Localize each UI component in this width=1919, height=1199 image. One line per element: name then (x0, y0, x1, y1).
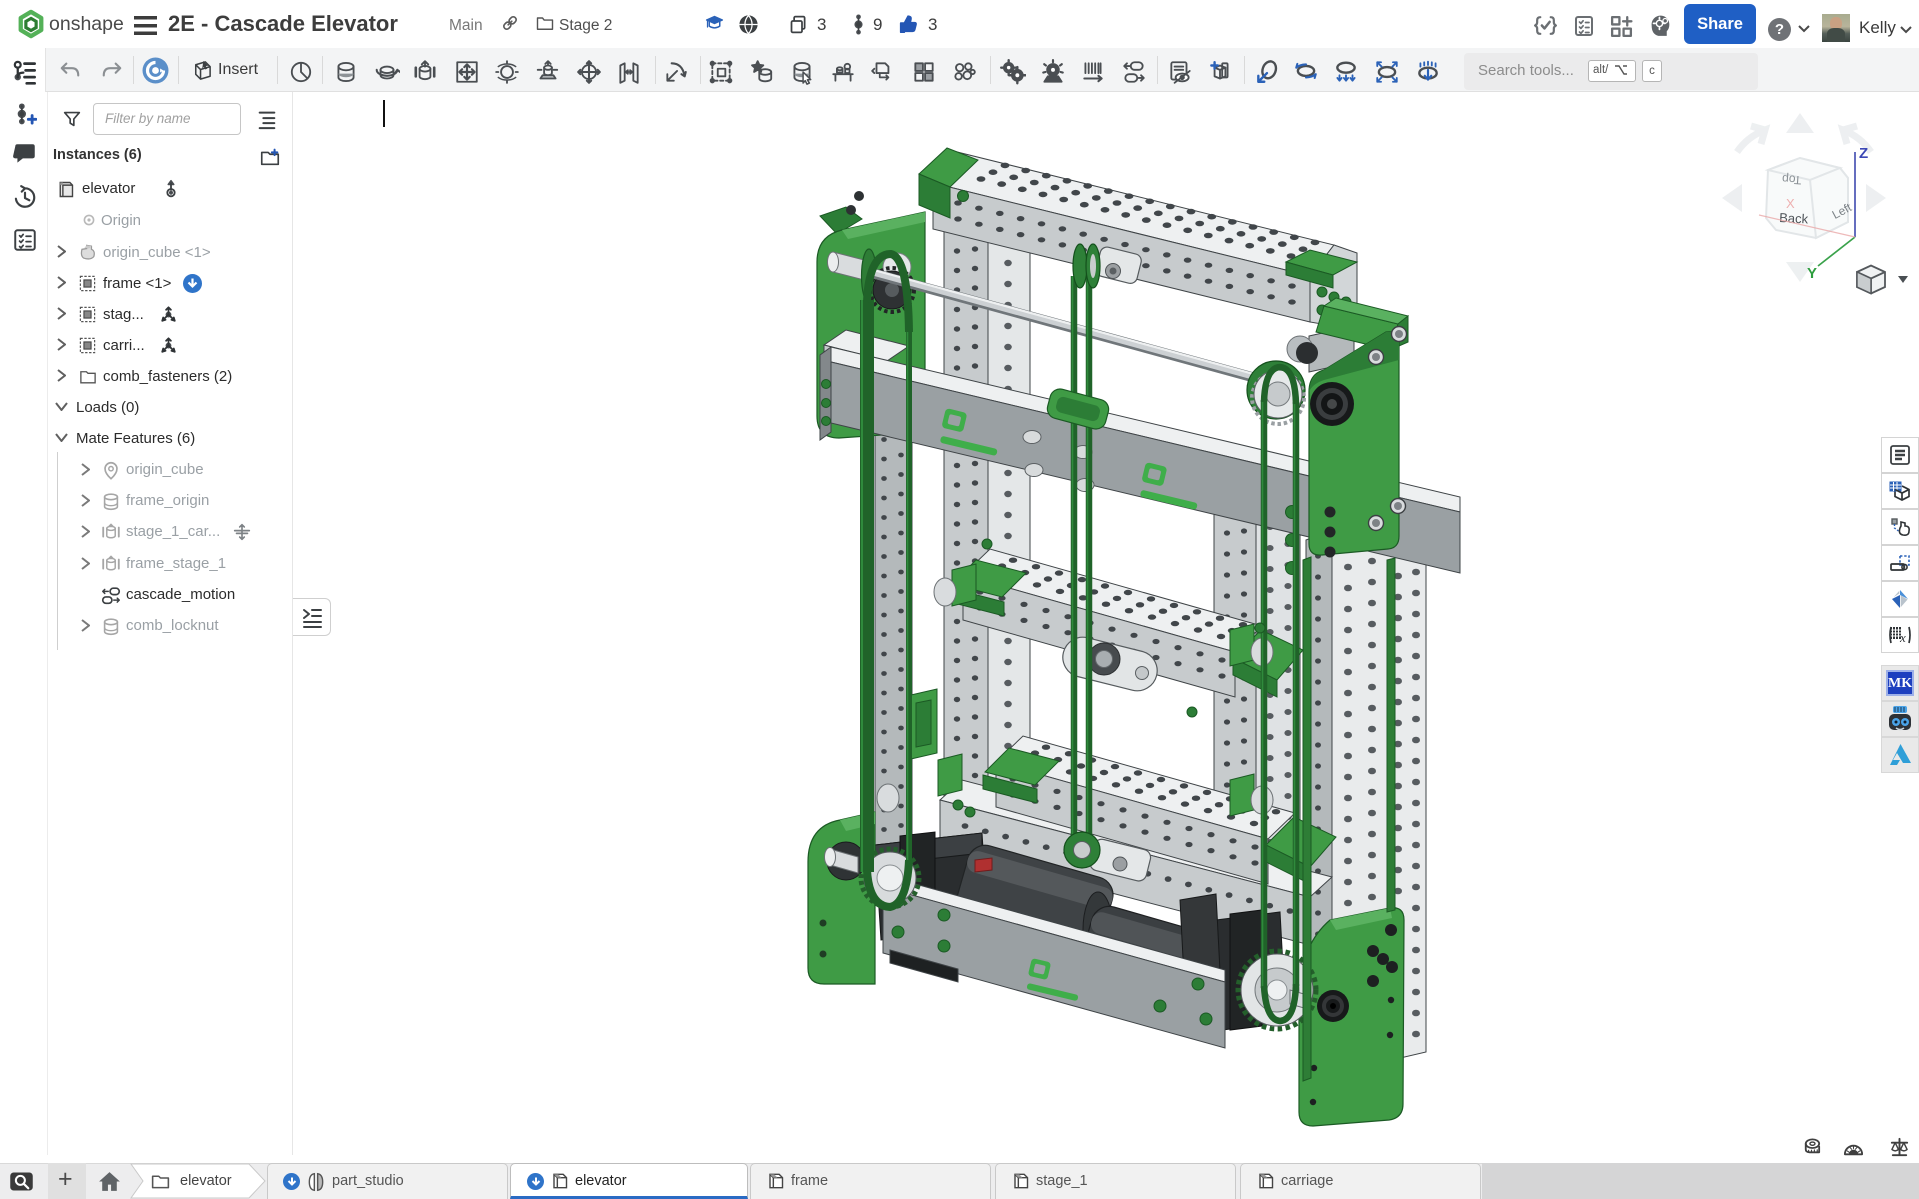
svg-text:Back: Back (1779, 210, 1809, 227)
svg-text:X: X (1786, 196, 1795, 211)
svg-text:Z: Z (1859, 145, 1868, 162)
svg-text:x: x (1899, 630, 1906, 645)
svg-text:Top: Top (1781, 172, 1802, 187)
svg-text:Y: Y (1807, 265, 1817, 282)
